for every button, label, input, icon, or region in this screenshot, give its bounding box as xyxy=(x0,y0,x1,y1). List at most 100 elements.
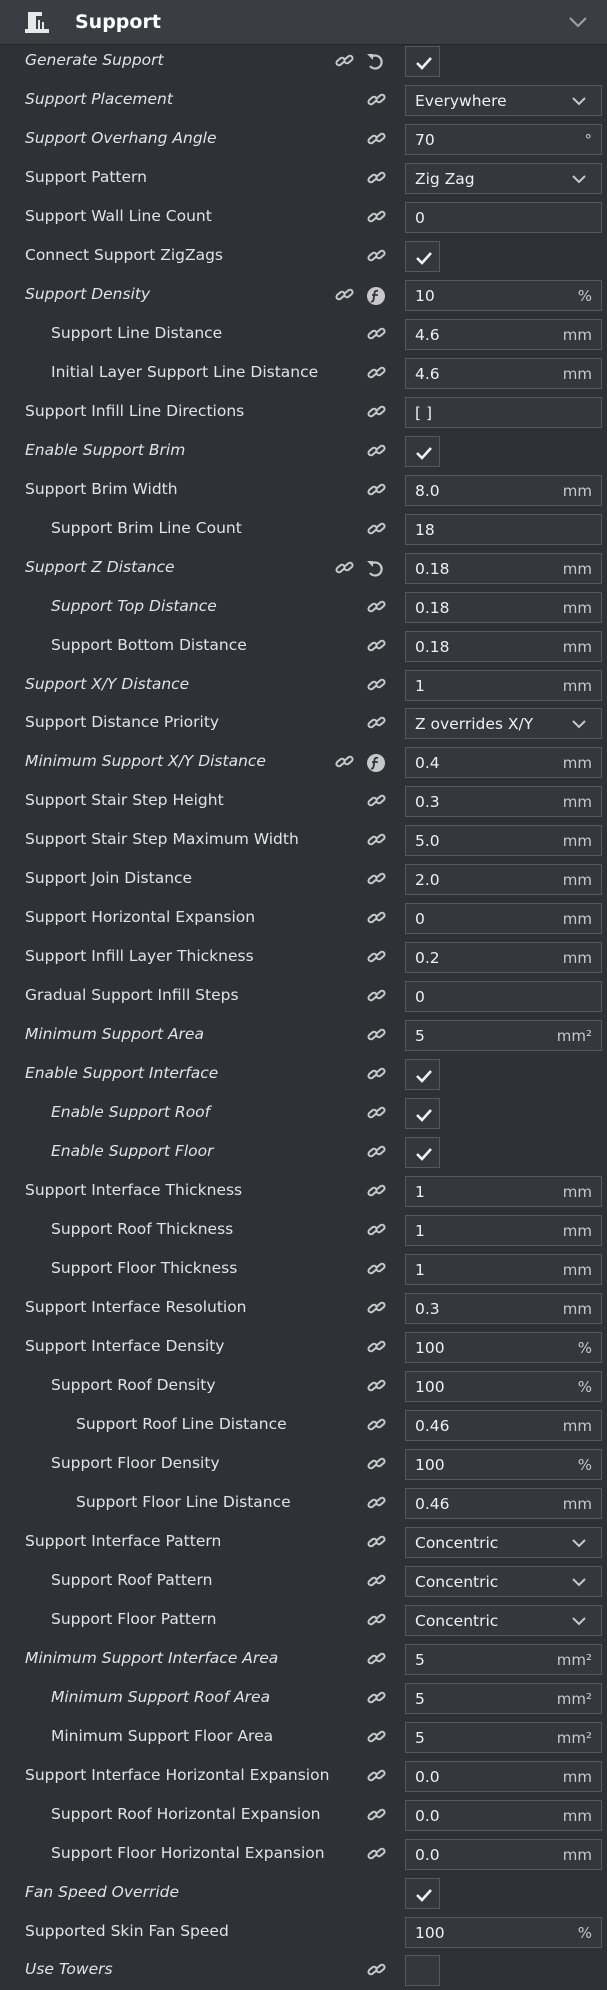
value-input[interactable]: 0.18 mm xyxy=(405,552,602,584)
reset-icon[interactable] xyxy=(365,51,387,73)
link-icon[interactable] xyxy=(366,714,388,732)
link-icon[interactable] xyxy=(366,130,388,148)
dropdown-select[interactable]: Concentric xyxy=(405,1604,602,1636)
link-icon[interactable] xyxy=(366,1494,388,1512)
link-icon[interactable] xyxy=(366,1728,388,1746)
function-icon[interactable] xyxy=(365,752,387,774)
value-input[interactable]: 1 mm xyxy=(405,1215,602,1247)
link-icon[interactable] xyxy=(366,676,388,694)
value-input[interactable]: 1 mm xyxy=(405,669,602,701)
value-input[interactable]: 100% xyxy=(405,1448,602,1480)
checkbox[interactable] xyxy=(405,240,440,272)
value-input[interactable]: 5 mm² xyxy=(405,1643,602,1675)
function-icon[interactable] xyxy=(365,285,387,307)
checkbox[interactable] xyxy=(405,1877,440,1909)
value-input[interactable]: 100% xyxy=(405,1916,602,1948)
value-input[interactable]: 0 xyxy=(405,981,602,1013)
value-input[interactable]: 100% xyxy=(405,1331,602,1363)
link-icon[interactable] xyxy=(366,169,388,187)
value-input[interactable]: 10% xyxy=(405,279,602,311)
link-icon[interactable] xyxy=(366,637,388,655)
dropdown-select[interactable]: Everywhere xyxy=(405,84,602,116)
link-icon[interactable] xyxy=(366,870,388,888)
checkbox[interactable] xyxy=(405,1137,440,1169)
link-icon[interactable] xyxy=(366,1611,388,1629)
link-icon[interactable] xyxy=(366,1961,388,1979)
link-icon[interactable] xyxy=(334,286,356,304)
value-input[interactable]: 0.0 mm xyxy=(405,1799,602,1831)
value-input[interactable]: 5 mm² xyxy=(405,1721,602,1753)
link-icon[interactable] xyxy=(366,1845,388,1863)
checkbox[interactable] xyxy=(405,1955,440,1987)
value-input[interactable]: 0 xyxy=(405,201,602,233)
link-icon[interactable] xyxy=(366,598,388,616)
value-input[interactable]: 0 mm xyxy=(405,903,602,935)
link-icon[interactable] xyxy=(366,208,388,226)
link-icon[interactable] xyxy=(366,1416,388,1434)
link-icon[interactable] xyxy=(366,1533,388,1551)
value-input[interactable]: 0.46 mm xyxy=(405,1487,602,1519)
checkbox[interactable] xyxy=(405,435,440,467)
link-icon[interactable] xyxy=(366,1143,388,1161)
value-input[interactable]: 5 mm² xyxy=(405,1682,602,1714)
value-input[interactable]: 0.3 mm xyxy=(405,1293,602,1324)
value-input[interactable]: 0.0 mm xyxy=(405,1760,602,1792)
link-icon[interactable] xyxy=(366,364,388,382)
link-icon[interactable] xyxy=(366,831,388,849)
link-icon[interactable] xyxy=(366,1806,388,1824)
value-input[interactable]: 5 mm² xyxy=(405,1020,602,1052)
dropdown-select[interactable]: Z overrides X/Y xyxy=(405,708,602,740)
link-icon[interactable] xyxy=(334,559,356,577)
link-icon[interactable] xyxy=(366,481,388,499)
value-input[interactable]: 0.18 mm xyxy=(405,591,602,623)
link-icon[interactable] xyxy=(366,1026,388,1044)
checkbox[interactable] xyxy=(405,46,440,77)
link-icon[interactable] xyxy=(366,1182,388,1200)
link-icon[interactable] xyxy=(366,247,388,265)
link-icon[interactable] xyxy=(366,91,388,109)
link-icon[interactable] xyxy=(366,1689,388,1707)
link-icon[interactable] xyxy=(366,1065,388,1083)
value-input[interactable]: 0.46 mm xyxy=(405,1409,602,1441)
category-header-support[interactable]: Support xyxy=(0,0,607,45)
link-icon[interactable] xyxy=(366,987,388,1005)
link-icon[interactable] xyxy=(334,753,356,771)
checkbox[interactable] xyxy=(405,1098,440,1130)
link-icon[interactable] xyxy=(366,1104,388,1122)
link-icon[interactable] xyxy=(366,1338,388,1356)
value-input[interactable]: 0.2 mm xyxy=(405,942,602,974)
link-icon[interactable] xyxy=(366,520,388,538)
value-input[interactable]: 18 xyxy=(405,513,602,545)
dropdown-select[interactable]: Zig Zag xyxy=(405,162,602,194)
dropdown-select[interactable]: Concentric xyxy=(405,1526,602,1558)
link-icon[interactable] xyxy=(366,792,388,810)
value-input[interactable]: 100% xyxy=(405,1370,602,1402)
link-icon[interactable] xyxy=(366,909,388,927)
link-icon[interactable] xyxy=(366,325,388,343)
link-icon[interactable] xyxy=(366,1260,388,1278)
link-icon[interactable] xyxy=(366,1455,388,1473)
link-icon[interactable] xyxy=(366,1377,388,1395)
reset-icon[interactable] xyxy=(365,558,387,580)
link-icon[interactable] xyxy=(366,1650,388,1668)
link-icon[interactable] xyxy=(366,948,388,966)
chevron-down-icon[interactable] xyxy=(567,14,589,30)
link-icon[interactable] xyxy=(366,442,388,460)
link-icon[interactable] xyxy=(366,1221,388,1239)
link-icon[interactable] xyxy=(366,1572,388,1590)
value-input[interactable]: [ ] xyxy=(405,396,602,428)
value-input[interactable]: 5.0 mm xyxy=(405,825,602,857)
link-icon[interactable] xyxy=(366,403,388,421)
value-input[interactable]: 0.18 mm xyxy=(405,630,602,662)
value-input[interactable]: 8.0 mm xyxy=(405,474,602,506)
link-icon[interactable] xyxy=(366,1767,388,1785)
value-input[interactable]: 4.6 mm xyxy=(405,357,602,389)
checkbox[interactable] xyxy=(405,1059,440,1091)
value-input[interactable]: 1 mm xyxy=(405,1176,602,1208)
value-input[interactable]: 4.6 mm xyxy=(405,318,602,350)
dropdown-select[interactable]: Concentric xyxy=(405,1565,602,1597)
value-input[interactable]: 0.4 mm xyxy=(405,747,602,779)
value-input[interactable]: 0.0 mm xyxy=(405,1838,602,1870)
link-icon[interactable] xyxy=(334,52,356,70)
value-input[interactable]: 1 mm xyxy=(405,1254,602,1286)
